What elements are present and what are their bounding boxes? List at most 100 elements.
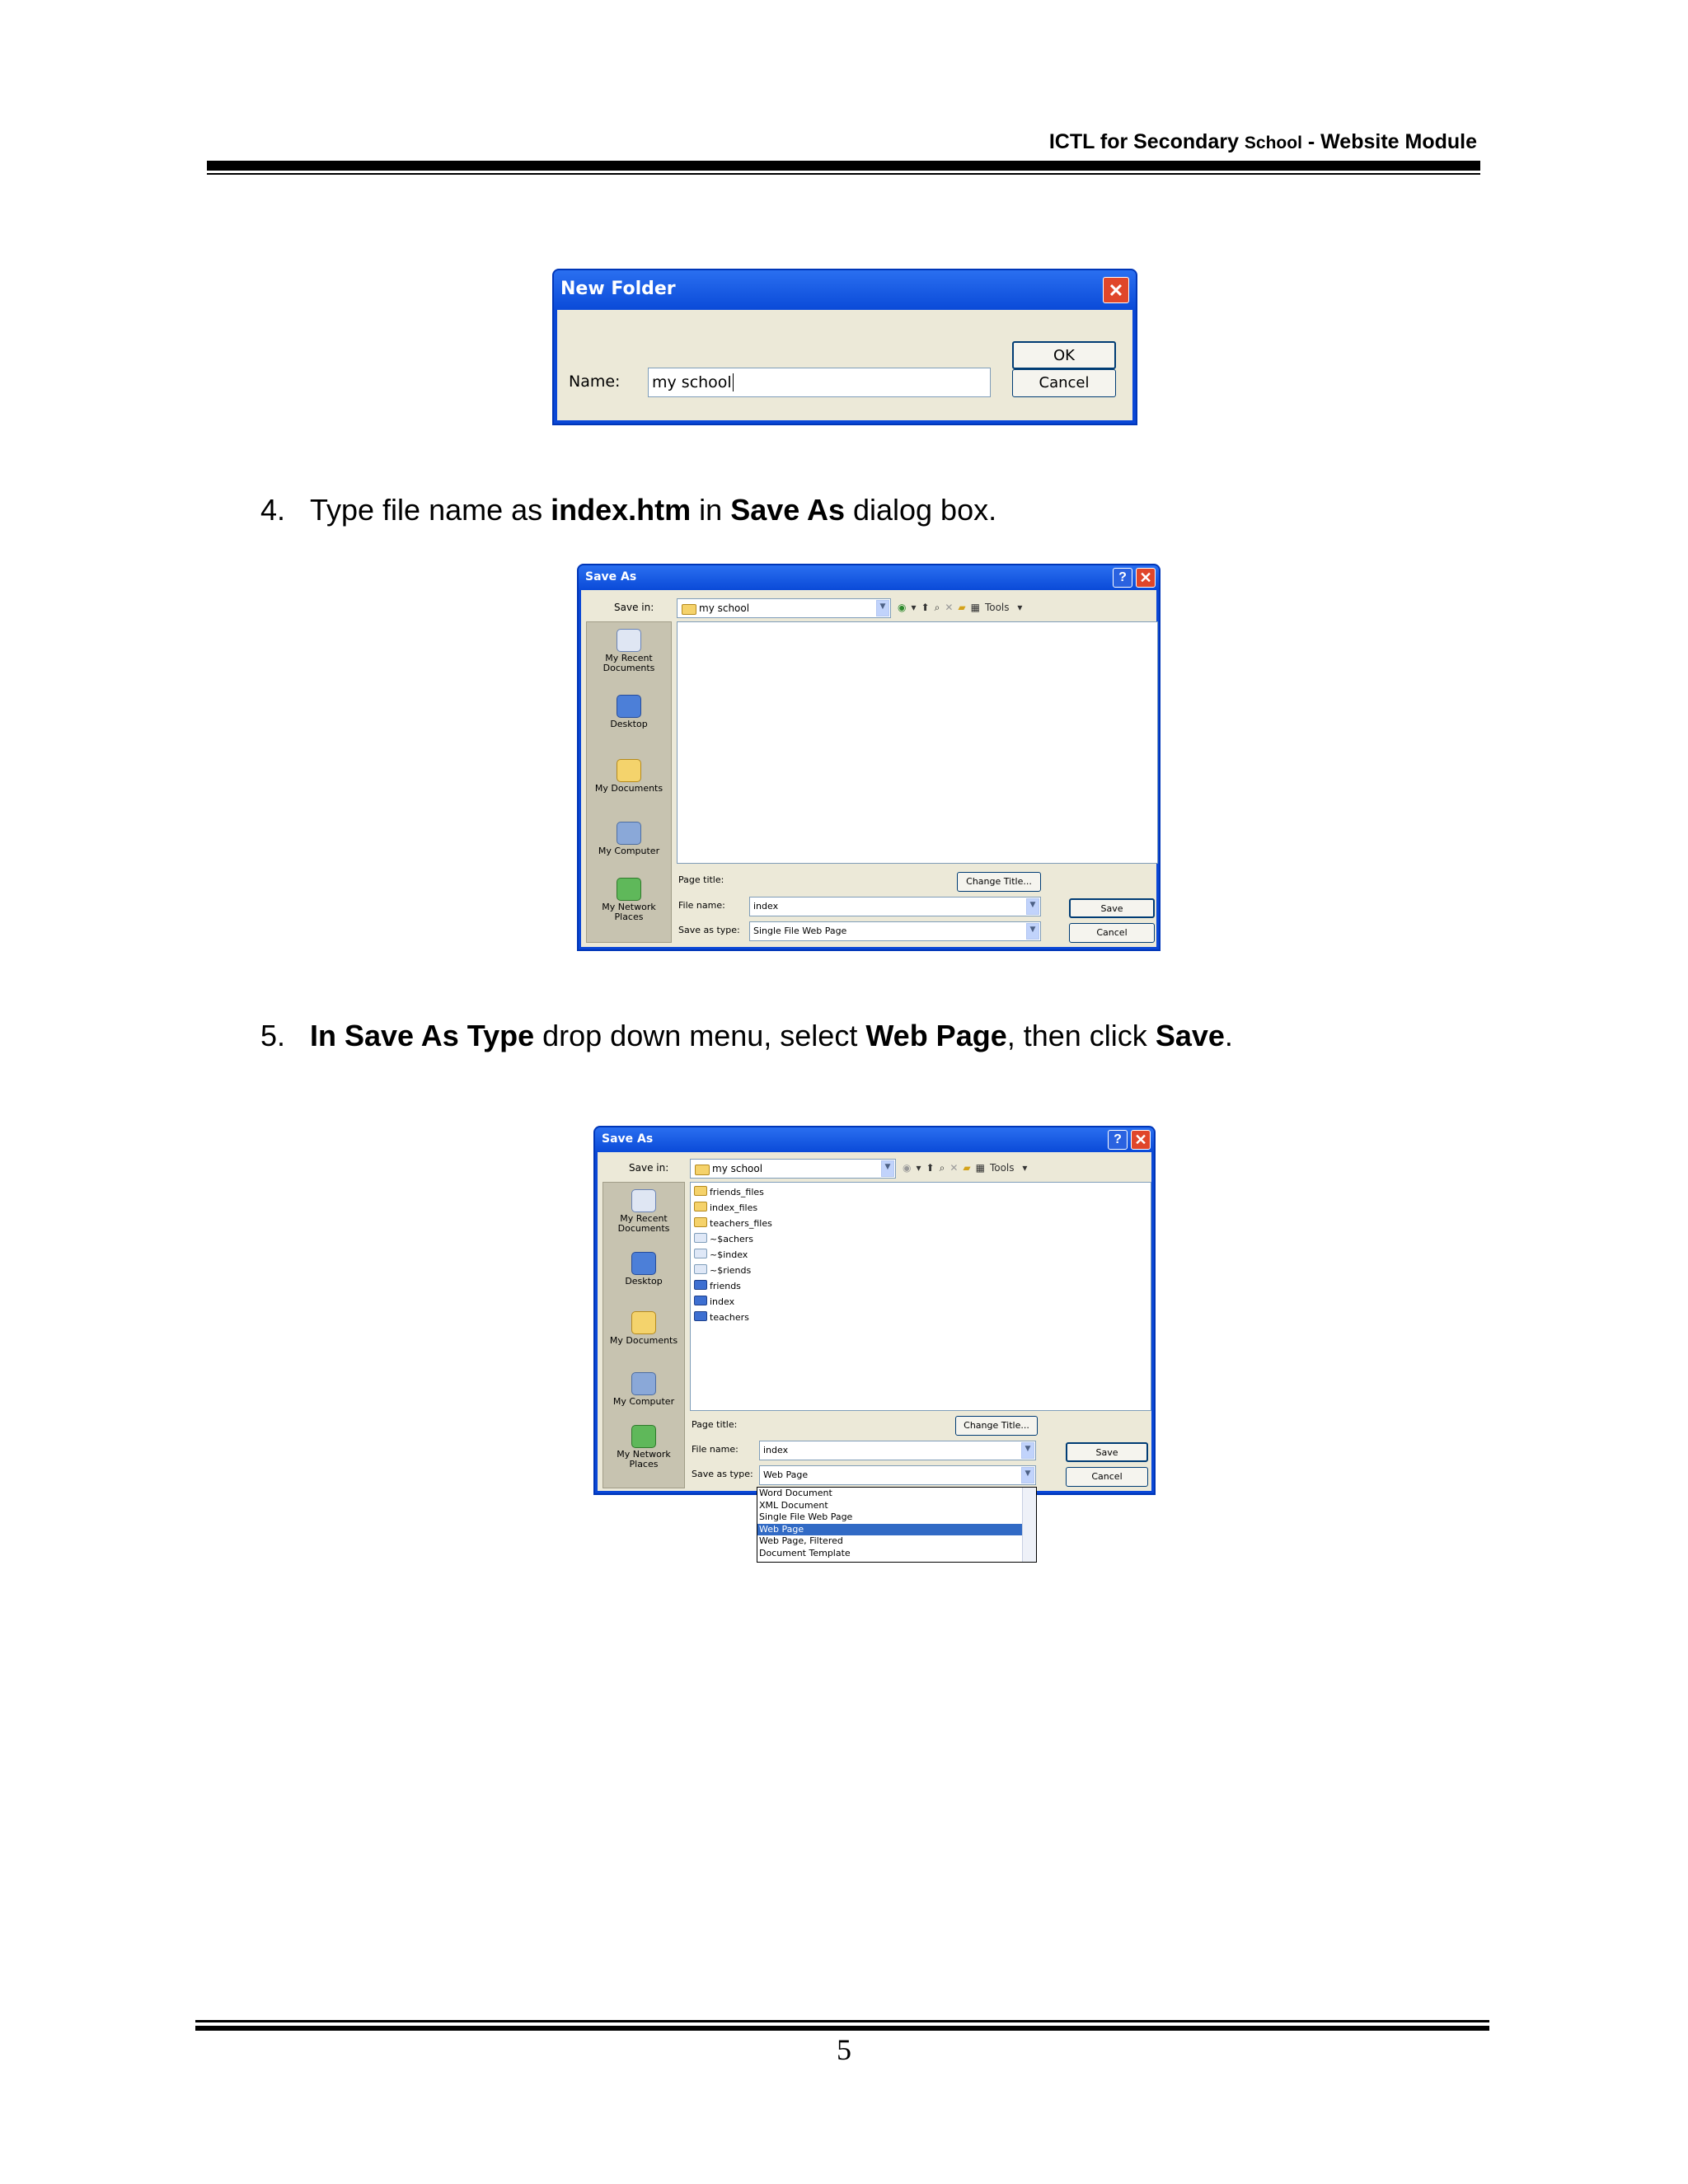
back-icon[interactable]: ◉ [898, 602, 906, 613]
tools-menu[interactable]: Tools ▾ [985, 602, 1022, 613]
place-my-documents[interactable]: My Documents [603, 1311, 684, 1346]
place-desktop[interactable]: Desktop [603, 1252, 684, 1286]
place-my-recent-documents[interactable]: My Recent Documents [603, 1189, 684, 1234]
dialog-title: Save As [595, 1127, 1154, 1152]
dialog-body: Name: my school OK Cancel [557, 310, 1132, 420]
dropdown-option-selected[interactable]: Web Page [757, 1523, 1036, 1535]
views-icon[interactable]: ▦ [976, 1162, 985, 1174]
change-title-button[interactable]: Change Title... [957, 872, 1041, 892]
network-places-icon [617, 878, 641, 901]
change-title-button[interactable]: Change Title... [955, 1416, 1038, 1436]
footer-rule-thick [195, 2026, 1489, 2031]
save-button[interactable]: Save [1066, 1442, 1148, 1462]
back-icon[interactable]: ◉ [903, 1162, 911, 1174]
save-as-type-dropdown[interactable]: Word Document XML Document Single File W… [757, 1487, 1037, 1563]
close-icon: ✕ [1108, 280, 1124, 301]
footer-rule [195, 2020, 1489, 2022]
dropdown-option[interactable]: Document Template [757, 1548, 1036, 1560]
save-as-type-label: Save as type: [692, 1469, 753, 1479]
chevron-down-icon: ▼ [1021, 1467, 1034, 1483]
web-file-icon [694, 1264, 707, 1274]
place-my-network-places[interactable]: My Network Places [603, 1425, 684, 1469]
dropdown-scrollbar[interactable] [1022, 1488, 1036, 1562]
chevron-down-icon: ▼ [1021, 1442, 1034, 1459]
chevron-down-icon: ▼ [881, 1160, 894, 1177]
list-item[interactable]: friends [694, 1278, 772, 1294]
up-folder-icon[interactable]: ⬆ [926, 1162, 935, 1174]
dialog-toolbar: ◉ ▾ ⬆ ⌕ ✕ ▰ ▦ Tools ▾ [903, 1162, 1032, 1174]
save-as-type-select[interactable]: Single File Web Page ▼ [749, 921, 1041, 941]
save-button[interactable]: Save [1069, 898, 1155, 918]
delete-icon[interactable]: ✕ [945, 602, 953, 613]
desktop-icon [617, 695, 641, 718]
place-my-computer[interactable]: My Computer [603, 1372, 684, 1407]
list-item[interactable]: ~$index [694, 1247, 772, 1263]
views-icon[interactable]: ▦ [971, 602, 980, 613]
list-item[interactable]: index_files [694, 1200, 772, 1216]
close-button[interactable]: ✕ [1136, 568, 1156, 588]
file-name-label: File name: [692, 1444, 738, 1455]
up-folder-icon[interactable]: ⬆ [921, 602, 930, 613]
my-documents-icon [631, 1311, 656, 1334]
file-list-pane[interactable]: friends_files index_files teachers_files… [690, 1182, 1151, 1411]
place-desktop[interactable]: Desktop [587, 695, 671, 729]
save-in-label: Save in: [614, 602, 654, 613]
place-my-computer[interactable]: My Computer [587, 822, 671, 856]
save-in-combo[interactable]: my school ▼ [677, 598, 891, 618]
file-name-input[interactable]: index ▼ [759, 1441, 1036, 1460]
close-icon: ✕ [1139, 569, 1152, 586]
place-my-documents[interactable]: My Documents [587, 759, 671, 794]
help-button[interactable]: ? [1113, 568, 1132, 588]
list-item[interactable]: friends_files [694, 1184, 772, 1200]
save-as-dialog-1: Save As ? ✕ Save in: my school ▼ ◉ ▾ ⬆ ⌕ ✕ ▰ ▦… [577, 564, 1160, 951]
place-my-recent-documents[interactable]: My Recent Documents [587, 629, 671, 673]
step-4-instruction: 4. Type file name as index.htm in Save As… [260, 493, 997, 527]
save-as-dialog-2: Save As ? ✕ Save in: my school ▼ ◉ ▾ ⬆ ⌕ ✕ ▰ ▦… [593, 1126, 1156, 1495]
search-web-icon[interactable]: ⌕ [935, 602, 940, 614]
help-icon: ? [1114, 1132, 1122, 1146]
dialog-body: Save in: my school ▼ ◉ ▾ ⬆ ⌕ ✕ ▰ ▦ Tools ▾ My R… [581, 590, 1158, 947]
my-computer-icon [617, 822, 641, 845]
new-folder-icon[interactable]: ▰ [963, 1162, 970, 1174]
dialog-title: Save As [579, 565, 1159, 590]
cancel-button[interactable]: Cancel [1012, 369, 1116, 397]
dropdown-option[interactable]: Single File Web Page [757, 1511, 1036, 1524]
dropdown-option[interactable]: XML Document [757, 1500, 1036, 1512]
chevron-down-icon[interactable]: ▾ [911, 602, 916, 613]
list-item[interactable]: ~$riends [694, 1263, 772, 1278]
dropdown-option[interactable]: Word Document [757, 1488, 1036, 1500]
help-icon: ? [1118, 570, 1127, 584]
delete-icon[interactable]: ✕ [950, 1162, 958, 1174]
web-file-icon [694, 1249, 707, 1258]
save-as-type-select[interactable]: Web Page ▼ [759, 1465, 1036, 1485]
help-button[interactable]: ? [1108, 1130, 1128, 1150]
ok-button[interactable]: OK [1012, 341, 1116, 369]
search-web-icon[interactable]: ⌕ [940, 1162, 945, 1174]
cancel-button[interactable]: Cancel [1066, 1467, 1148, 1487]
dropdown-option[interactable]: Web Page, Filtered [757, 1535, 1036, 1548]
my-computer-icon [631, 1372, 656, 1395]
folder-icon [695, 1165, 710, 1175]
folder-icon [694, 1202, 707, 1212]
cancel-button[interactable]: Cancel [1069, 923, 1155, 943]
folder-icon [694, 1186, 707, 1196]
new-folder-dialog: New Folder ✕ Name: my school OK Cancel [552, 269, 1137, 425]
file-list-pane[interactable] [677, 621, 1158, 864]
close-button[interactable]: ✕ [1131, 1130, 1151, 1150]
file-name-input[interactable]: index ▼ [749, 897, 1041, 916]
desktop-icon [631, 1252, 656, 1275]
folder-name-input[interactable]: my school [648, 368, 991, 397]
list-item[interactable]: index [694, 1294, 772, 1310]
recent-documents-icon [617, 629, 641, 652]
list-item[interactable]: teachers [694, 1310, 772, 1325]
name-label: Name: [569, 373, 621, 391]
dialog-toolbar: ◉ ▾ ⬆ ⌕ ✕ ▰ ▦ Tools ▾ [898, 602, 1027, 614]
place-my-network-places[interactable]: My Network Places [587, 878, 671, 922]
list-item[interactable]: teachers_files [694, 1216, 772, 1231]
close-button[interactable]: ✕ [1103, 277, 1129, 303]
chevron-down-icon[interactable]: ▾ [916, 1162, 921, 1174]
new-folder-icon[interactable]: ▰ [958, 602, 965, 613]
save-in-combo[interactable]: my school ▼ [690, 1159, 896, 1179]
list-item[interactable]: ~$achers [694, 1231, 772, 1247]
tools-menu[interactable]: Tools ▾ [990, 1162, 1027, 1174]
